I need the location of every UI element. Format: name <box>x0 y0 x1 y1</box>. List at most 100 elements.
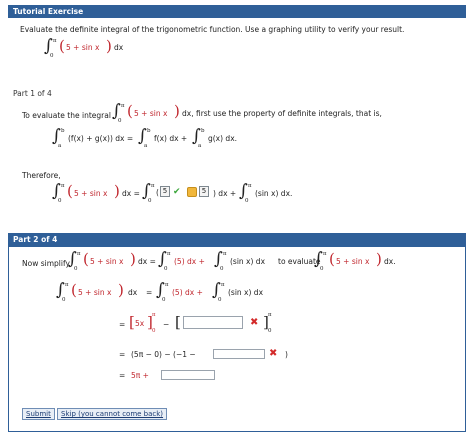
lower-limit: 0 <box>218 297 222 303</box>
dx-label: dx <box>128 288 138 297</box>
upper-limit: π <box>268 312 272 318</box>
lower-limit: 0 <box>268 328 272 334</box>
part2-panel <box>8 246 466 432</box>
tutorial-header: Tutorial Exercise <box>8 5 466 18</box>
lower-limit: 0 <box>148 198 152 204</box>
integrand-body: 5 + sin x <box>78 288 112 297</box>
sin-dx: (sin x) dx <box>228 288 264 297</box>
dx-label: dx <box>114 43 124 52</box>
property-left: (f(x) + g(x)) dx = <box>68 134 134 143</box>
upper-limit-b: b <box>201 128 205 134</box>
equals-sign: = <box>119 350 126 359</box>
equals-sign: = <box>133 189 140 198</box>
equals-sign: = <box>149 257 156 266</box>
lower-limit: 0 <box>320 266 324 272</box>
open-paren: ( <box>67 182 73 200</box>
open-paren-small: ( <box>156 188 159 197</box>
lower-limit: 0 <box>58 198 62 204</box>
answer2-field[interactable]: 5 <box>199 186 209 197</box>
five-dx: (5) dx + <box>172 288 203 297</box>
lower-limit-a: a <box>144 143 148 149</box>
key-icon[interactable] <box>187 187 197 197</box>
sin-dx: (sin x) dx <box>230 257 266 266</box>
x-mark-icon: ✖ <box>250 317 259 328</box>
equals-sign: = <box>146 288 153 297</box>
evaluation-input[interactable] <box>213 349 265 359</box>
upper-limit: π <box>221 282 225 288</box>
dx-equals: dx = <box>138 257 156 266</box>
lower-limit-a: a <box>58 143 62 149</box>
equals-sign: = <box>119 371 126 380</box>
close-paren: ) <box>118 281 124 299</box>
part1-after: , first use the property of definite int… <box>191 109 382 118</box>
upper-limit: π <box>65 282 69 288</box>
close-paren: ) <box>174 102 180 120</box>
checkmark-icon: ✔ <box>173 187 181 197</box>
submit-button[interactable]: Submit <box>22 408 55 420</box>
upper-limit: π <box>323 251 327 257</box>
dx-plus: ) dx + <box>213 189 237 198</box>
upper-limit: π <box>167 251 171 257</box>
part1-intro-rest: dx, first use the property of definite i… <box>182 109 382 118</box>
answer1-field[interactable]: 5 <box>160 186 170 197</box>
final-input[interactable] <box>161 370 215 380</box>
dx-label: dx <box>138 257 148 266</box>
dx-equals: dx = <box>122 189 140 198</box>
part1-label: Part 1 of 4 <box>13 89 52 98</box>
therefore-label: Therefore, <box>22 171 61 180</box>
open-paren: ( <box>127 102 133 120</box>
property-g: g(x) dx. <box>208 134 238 143</box>
upper-limit: π <box>223 251 227 257</box>
upper-limit-b: b <box>61 128 65 134</box>
integrand-body: 5 + sin x <box>74 189 108 198</box>
row3-expression: (5π − 0) − (−1 − <box>131 350 196 359</box>
row4-expression: 5π + <box>131 371 149 380</box>
close-paren-row3: ) <box>285 350 288 359</box>
part1-intro: To evaluate the integral <box>22 111 111 120</box>
x-mark-icon: ✖ <box>269 348 278 359</box>
dx-label: dx <box>182 109 192 118</box>
open-paren: ( <box>59 37 65 55</box>
five-dx: (5) dx + <box>174 257 205 266</box>
lower-limit: 0 <box>74 266 78 272</box>
upper-limit: π <box>53 38 57 44</box>
open-bracket: [ <box>129 313 135 331</box>
lower-limit: 0 <box>50 53 54 59</box>
upper-limit: π <box>61 183 65 189</box>
integrand-body: 5 + sin x <box>134 109 168 118</box>
upper-limit: π <box>151 183 155 189</box>
lower-limit: 0 <box>62 297 66 303</box>
integrand-body: 5 + sin x <box>90 257 124 266</box>
now-simplify-label: Now simplify <box>22 259 70 268</box>
open-bracket: [ <box>175 313 181 331</box>
upper-limit: π <box>77 251 81 257</box>
sin-term: (sin x) dx. <box>255 189 293 198</box>
property-f: f(x) dx + <box>154 134 188 143</box>
lower-limit-a: a <box>198 143 202 149</box>
minus-sign: − <box>163 320 170 329</box>
dx-label: dx <box>122 189 132 198</box>
integrand-body: 5 + sin x <box>336 257 370 266</box>
upper-limit-b: b <box>147 128 151 134</box>
five-x: 5x <box>135 319 145 328</box>
upper-limit: π <box>152 312 156 318</box>
lower-limit: 0 <box>164 266 168 272</box>
close-paren: ) <box>106 37 112 55</box>
upper-limit: π <box>121 103 125 109</box>
upper-limit: π <box>248 183 252 189</box>
antiderivative-input[interactable] <box>183 316 243 329</box>
lower-limit: 0 <box>220 266 224 272</box>
lower-limit: 0 <box>152 328 156 334</box>
part2-header: Part 2 of 4 <box>8 233 466 246</box>
upper-limit: π <box>165 282 169 288</box>
equals-sign: = <box>119 320 126 329</box>
lower-limit: 0 <box>245 198 249 204</box>
integrand-body: 5 + sin x <box>66 43 100 52</box>
close-paren: ) <box>130 250 136 268</box>
open-paren: ( <box>83 250 89 268</box>
open-paren: ( <box>329 250 335 268</box>
open-paren: ( <box>71 281 77 299</box>
skip-button[interactable]: Skip (you cannot come back) <box>57 408 168 420</box>
period-dx: dx. <box>384 257 396 266</box>
tutorial-prompt: Evaluate the definite integral of the tr… <box>20 25 405 34</box>
